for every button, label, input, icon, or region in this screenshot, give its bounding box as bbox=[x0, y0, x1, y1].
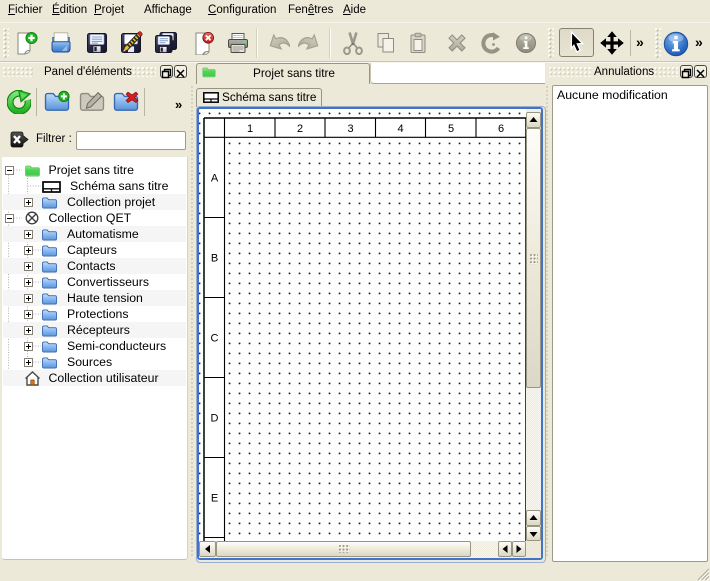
svg-text:2: 2 bbox=[297, 123, 303, 135]
svg-text:4: 4 bbox=[397, 123, 403, 135]
svg-text:A: A bbox=[211, 172, 219, 184]
svg-text:E: E bbox=[211, 492, 218, 504]
svg-text:1: 1 bbox=[247, 123, 253, 135]
svg-text:3: 3 bbox=[347, 123, 353, 135]
svg-text:6: 6 bbox=[498, 123, 504, 135]
svg-text:5: 5 bbox=[448, 123, 454, 135]
svg-text:B: B bbox=[211, 252, 218, 264]
svg-text:D: D bbox=[211, 412, 219, 424]
svg-text:C: C bbox=[211, 332, 219, 344]
